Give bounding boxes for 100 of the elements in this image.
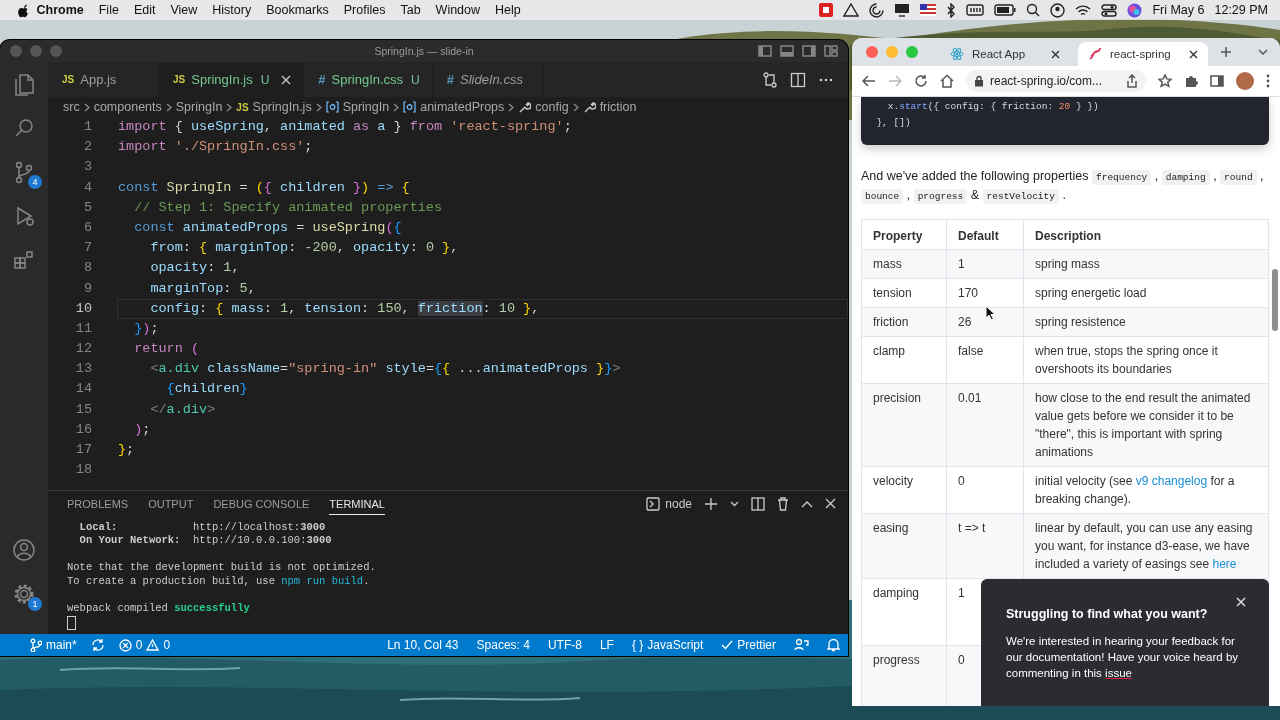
menubar-date[interactable]: Fri May 6	[1152, 3, 1205, 17]
warning-count[interactable]: 0	[163, 638, 171, 652]
terminal-name[interactable]: node	[665, 496, 692, 511]
warning-icon[interactable]	[146, 639, 160, 651]
status-item[interactable]: Ln 10, Col 43	[387, 638, 459, 652]
language-mode[interactable]: JavaScript	[647, 638, 704, 652]
breadcrumb-item[interactable]: SpringIn	[175, 100, 223, 114]
editor-tab[interactable]: JS SpringIn.js U	[159, 62, 305, 97]
status-item[interactable]: UTF-8	[547, 638, 582, 652]
panel-tab[interactable]: PROBLEMS	[67, 492, 129, 516]
breadcrumb-item[interactable]: components	[93, 100, 162, 114]
table-cell: spring mass	[1023, 249, 1269, 279]
close-icon[interactable]	[1051, 49, 1060, 59]
secondary-sidebar-icon[interactable]	[802, 45, 816, 57]
battery-icon[interactable]	[994, 4, 1017, 16]
code-line: };	[117, 441, 136, 459]
menu-item[interactable]: Tab	[392, 3, 429, 17]
chevron-down-icon[interactable]	[1258, 48, 1268, 56]
avatar[interactable]	[1236, 72, 1254, 90]
close-icon[interactable]	[1189, 49, 1198, 59]
menu-item[interactable]: View	[162, 3, 205, 17]
menu-item[interactable]: Help	[487, 3, 529, 17]
code-line: const animatedProps = useSpring({	[133, 218, 403, 237]
branch-icon[interactable]	[30, 638, 42, 652]
spiral-icon[interactable]	[869, 2, 885, 18]
menu-item[interactable]: Edit	[126, 3, 163, 17]
menu-item[interactable]: Profiles	[336, 3, 393, 17]
breadcrumb-item[interactable]: SpringIn.js	[252, 100, 312, 114]
split-editor-icon[interactable]	[790, 71, 806, 88]
browser-tab[interactable]: react-spring	[1078, 42, 1208, 66]
address-bar[interactable]: react-spring.io/com...	[966, 70, 1146, 92]
code-line: </a.div>	[149, 400, 217, 419]
puzzle-icon[interactable]	[1184, 74, 1198, 88]
more-icon[interactable]	[1266, 74, 1270, 88]
link[interactable]: v9 changelog	[1135, 474, 1208, 488]
layout-icon[interactable]	[824, 45, 838, 57]
plus-icon[interactable]	[1220, 46, 1232, 58]
sidebar-icon[interactable]	[1210, 75, 1224, 87]
breadcrumb-item[interactable]: config	[535, 100, 569, 114]
home-icon[interactable]	[940, 74, 954, 88]
split-terminal-icon[interactable]	[751, 496, 765, 511]
line-number: 9	[82, 279, 92, 298]
sync-icon[interactable]	[90, 638, 105, 652]
menu-item[interactable]: Window	[428, 3, 488, 17]
user-icon[interactable]	[1050, 2, 1066, 18]
menu-item[interactable]: File	[91, 3, 127, 17]
error-icon[interactable]	[118, 638, 132, 652]
menu-item[interactable]: Bookmarks	[258, 3, 337, 17]
memory-icon[interactable]	[966, 4, 985, 16]
menu-item[interactable]: History	[204, 3, 259, 17]
status-item[interactable]: LF	[599, 638, 614, 652]
reload-icon[interactable]	[914, 74, 928, 88]
breadcrumb-item[interactable]: animatedProps	[420, 100, 505, 114]
triangle-icon[interactable]	[843, 3, 860, 17]
star-icon[interactable]	[1158, 74, 1172, 88]
panel-toggle-icon[interactable]	[780, 45, 794, 57]
bluetooth-icon[interactable]	[946, 2, 957, 18]
status-item[interactable]: Spaces: 4	[476, 638, 530, 652]
breadcrumb-item[interactable]: SpringIn	[342, 100, 390, 114]
breadcrumb-item[interactable]: src	[63, 100, 80, 114]
error-count[interactable]: 0	[135, 638, 143, 652]
flag-icon[interactable]	[920, 4, 937, 16]
trash-icon[interactable]	[777, 496, 789, 511]
settings-icon[interactable]	[12, 582, 36, 606]
code-line: marginTop: 5,	[149, 279, 257, 298]
link[interactable]: issue	[1105, 667, 1132, 679]
formatter-status[interactable]: Prettier	[737, 638, 776, 652]
panel-tab[interactable]: OUTPUT	[148, 492, 194, 516]
menubar-time[interactable]: 12:29 PM	[1214, 3, 1268, 17]
branch-name[interactable]: main*	[46, 638, 77, 652]
app-menu[interactable]: Chrome	[29, 3, 92, 17]
editor-tab[interactable]: # SlideIn.css	[432, 62, 544, 97]
wifi-icon[interactable]	[1075, 3, 1092, 17]
browser-tab[interactable]: React App	[940, 42, 1070, 66]
search-icon[interactable]	[1026, 3, 1041, 17]
table-cell: when true, stops the spring once it overshoots its boundaries	[1023, 336, 1269, 384]
code-line: import './SpringIn.css';	[117, 138, 314, 157]
share-icon[interactable]	[1126, 74, 1138, 88]
account-icon[interactable]	[12, 538, 36, 562]
record-icon[interactable]	[819, 3, 834, 17]
line-number: 15	[74, 400, 92, 419]
scrollbar-thumb[interactable]	[1272, 269, 1278, 331]
files-icon[interactable]	[12, 72, 36, 96]
editor-tab[interactable]: # SpringIn.css U	[304, 62, 433, 97]
control-center-icon[interactable]	[1101, 3, 1118, 17]
compare-icon[interactable]	[762, 71, 778, 88]
back-icon[interactable]	[862, 75, 876, 87]
panel-tab[interactable]: DEBUG CONSOLE	[213, 492, 310, 516]
panel-tab[interactable]: TERMINAL	[329, 492, 385, 516]
siri-icon[interactable]	[1127, 2, 1143, 18]
bell-icon[interactable]	[827, 638, 840, 652]
display-icon[interactable]	[894, 3, 911, 17]
chevron-up-icon[interactable]	[801, 499, 813, 508]
terminal-icon	[646, 496, 661, 511]
apple-icon[interactable]	[16, 2, 29, 18]
feedback-icon[interactable]	[794, 638, 809, 652]
sidebar-toggle-icon[interactable]	[758, 45, 772, 57]
breadcrumb-item[interactable]: friction	[599, 100, 637, 114]
extensions-icon[interactable]	[12, 248, 36, 272]
chevron-icon	[165, 102, 172, 112]
